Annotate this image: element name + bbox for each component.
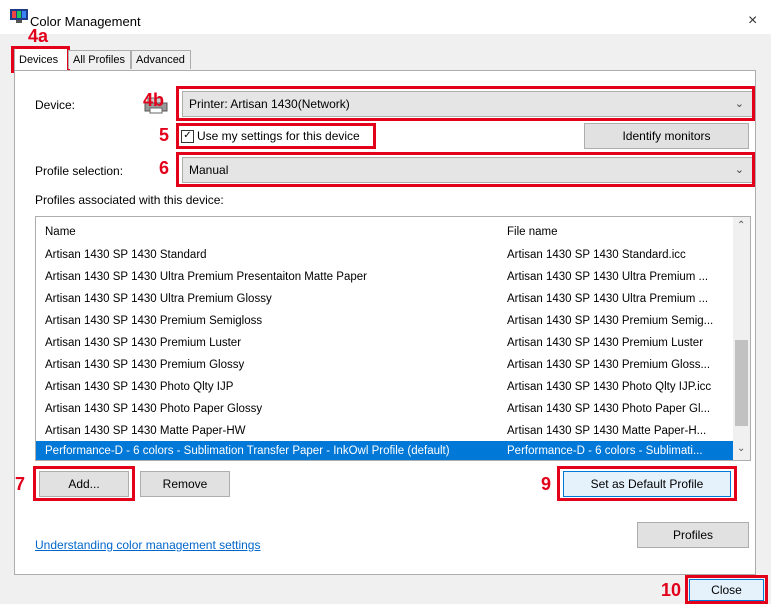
row-filename: Artisan 1430 SP 1430 Ultra Premium ...: [507, 271, 709, 283]
row-filename: Artisan 1430 SP 1430 Premium Luster: [507, 337, 704, 349]
highlight-device-select: [176, 86, 755, 121]
annotation-5: 5: [159, 125, 170, 145]
profiles-caption: Profiles associated with this device:: [35, 193, 224, 207]
remove-button[interactable]: Remove: [140, 471, 230, 497]
table-row[interactable]: Artisan 1430 SP 1430 Standard Artisan 143…: [36, 245, 733, 265]
row-filename: Artisan 1430 SP 1430 Premium Semig...: [507, 315, 714, 327]
column-filename-header[interactable]: File name: [507, 222, 558, 242]
scroll-up-icon[interactable]: ⌃: [737, 220, 745, 231]
table-row-selected[interactable]: Performance-D - 6 colors - Sublimation T…: [36, 441, 733, 460]
table-row[interactable]: Artisan 1430 SP 1430 Ultra Premium Prese…: [36, 267, 733, 287]
annotation-4b: 4b: [143, 90, 165, 110]
highlight-use-settings: [176, 123, 376, 149]
row-name: Artisan 1430 SP 1430 Premium Luster: [45, 337, 242, 349]
annotation-9: 9: [541, 474, 552, 494]
scroll-down-icon[interactable]: ⌄: [737, 443, 745, 454]
table-row[interactable]: Artisan 1430 SP 1430 Photo Qlty IJP Artis…: [36, 377, 733, 397]
row-name: Artisan 1430 SP 1430 Premium Semigloss: [45, 315, 263, 327]
annotation-7: 7: [15, 474, 26, 494]
row-filename: Artisan 1430 SP 1430 Photo Qlty IJP.icc: [507, 381, 712, 393]
annotation-4a: 4a: [28, 26, 49, 46]
table-row[interactable]: Artisan 1430 SP 1430 Premium Semigloss Ar…: [36, 311, 733, 331]
identify-monitors-button[interactable]: Identify monitors: [584, 123, 749, 149]
profiles-button[interactable]: Profiles: [637, 522, 749, 548]
profile-selection-label: Profile selection:: [35, 164, 124, 178]
scrollbar-thumb[interactable]: [735, 340, 748, 426]
understanding-color-link[interactable]: Understanding color management settings: [35, 538, 260, 552]
annotation-10: 10: [661, 580, 682, 600]
row-name: Artisan 1430 SP 1430 Premium Glossy: [45, 359, 245, 371]
table-row[interactable]: Artisan 1430 SP 1430 Premium Luster Artis…: [36, 333, 733, 353]
list-header: Name File name: [36, 222, 733, 242]
highlight-add-button: [33, 466, 135, 501]
row-name: Artisan 1430 SP 1430 Ultra Premium Gloss…: [45, 293, 272, 305]
row-filename: Artisan 1430 SP 1430 Photo Paper Gl...: [507, 403, 711, 415]
row-filename: Artisan 1430 SP 1430 Matte Paper-H...: [507, 425, 707, 437]
list-scrollbar[interactable]: ⌃ ⌄: [733, 217, 750, 460]
highlight-set-default: [557, 466, 737, 501]
row-filename: Artisan 1430 SP 1430 Ultra Premium ...: [507, 293, 709, 305]
row-name: Performance-D - 6 colors - Sublimation T…: [45, 445, 450, 457]
table-row[interactable]: Artisan 1430 SP 1430 Matte Paper-HW Artis…: [36, 421, 733, 441]
color-management-icon: [10, 9, 28, 23]
profiles-list[interactable]: Name File name Artisan 1430 SP 1430 Stan…: [35, 216, 751, 461]
table-row[interactable]: Artisan 1430 SP 1430 Photo Paper Glossy A…: [36, 399, 733, 419]
tab-advanced[interactable]: Advanced: [131, 50, 191, 69]
highlight-close-button: [685, 575, 768, 604]
table-row[interactable]: Artisan 1430 SP 1430 Ultra Premium Gloss…: [36, 289, 733, 309]
title-bar: Color Management ×: [0, 0, 771, 34]
annotation-6: 6: [159, 158, 170, 178]
row-name: Artisan 1430 SP 1430 Ultra Premium Prese…: [45, 271, 367, 283]
row-filename: Artisan 1430 SP 1430 Standard.icc: [507, 249, 686, 261]
highlight-devices-tab: [11, 46, 70, 73]
row-name: Artisan 1430 SP 1430 Standard: [45, 249, 207, 261]
device-label: Device:: [35, 98, 76, 112]
table-row[interactable]: Artisan 1430 SP 1430 Premium Glossy Artis…: [36, 355, 733, 375]
window-close-icon[interactable]: ×: [748, 12, 757, 30]
highlight-profile-selection: [176, 152, 755, 187]
row-filename: Performance-D - 6 colors - Sublimati...: [507, 445, 703, 457]
row-filename: Artisan 1430 SP 1430 Premium Gloss...: [507, 359, 711, 371]
row-name: Artisan 1430 SP 1430 Photo Qlty IJP: [45, 381, 234, 393]
column-name-header[interactable]: Name: [45, 222, 76, 242]
row-name: Artisan 1430 SP 1430 Matte Paper-HW: [45, 425, 246, 437]
tab-all-profiles[interactable]: All Profiles: [68, 50, 131, 69]
row-name: Artisan 1430 SP 1430 Photo Paper Glossy: [45, 403, 263, 415]
